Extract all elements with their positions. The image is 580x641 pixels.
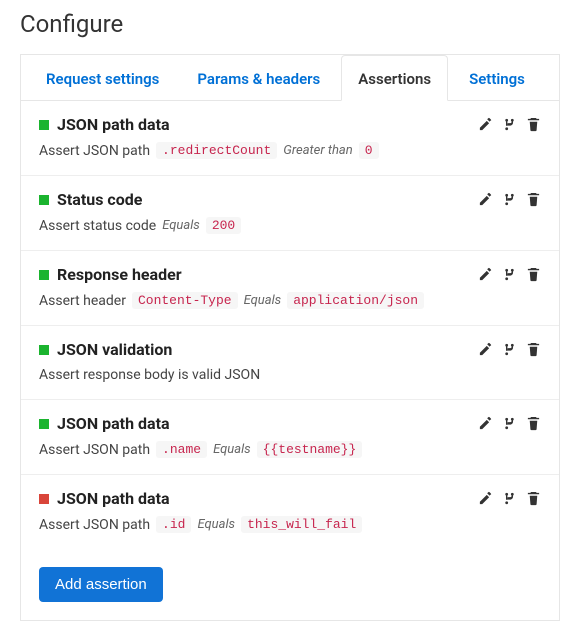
assertion-item: JSON validation Assert response body is v…: [21, 326, 559, 400]
status-indicator: [39, 419, 49, 429]
assertion-actions: [477, 192, 541, 208]
assertion-description: Assert JSON path .redirectCount Greater th…: [39, 142, 541, 159]
trash-icon[interactable]: [525, 117, 541, 133]
assertion-title: JSON path data: [57, 414, 170, 433]
assertion-actions: [477, 342, 541, 358]
assertion-title: Status code: [57, 190, 142, 209]
assertion-value-chip: 200: [206, 217, 241, 234]
assertion-item: JSON path data Assert JSON path .redirectC…: [21, 101, 559, 176]
page-title: Configure: [20, 10, 560, 38]
assertion-description: Assert response body is valid JSON: [39, 367, 541, 383]
assertion-value-chip: {{testname}}: [257, 441, 363, 458]
status-indicator: [39, 195, 49, 205]
assertion-value-chip: 0: [359, 142, 379, 159]
assertion-path-chip: Content-Type: [132, 292, 238, 309]
assertion-desc-prefix: Assert JSON path: [39, 442, 150, 458]
fork-icon[interactable]: [501, 267, 517, 283]
assertion-operator: Greater than: [283, 143, 352, 158]
assertion-value-chip: this_will_fail: [241, 516, 362, 533]
edit-icon[interactable]: [477, 192, 493, 208]
fork-icon[interactable]: [501, 192, 517, 208]
assertion-operator: Equals: [162, 218, 200, 233]
edit-icon[interactable]: [477, 267, 493, 283]
assertion-path-chip: .name: [156, 441, 207, 458]
add-assertion-button[interactable]: Add assertion: [39, 567, 163, 602]
assertion-actions: [477, 416, 541, 432]
assertion-desc-prefix: Assert status code: [39, 218, 156, 234]
assertion-header: JSON path data: [39, 115, 541, 134]
trash-icon[interactable]: [525, 192, 541, 208]
trash-icon[interactable]: [525, 342, 541, 358]
status-indicator: [39, 120, 49, 130]
assertion-header: JSON path data: [39, 414, 541, 433]
tab-bar: Request settingsParams & headersAssertio…: [21, 55, 559, 101]
config-card: Request settingsParams & headersAssertio…: [20, 54, 560, 621]
assertion-title: Response header: [57, 265, 182, 284]
assertion-desc-prefix: Assert header: [39, 293, 126, 309]
assertion-header: JSON validation: [39, 340, 541, 359]
tab-request-settings[interactable]: Request settings: [29, 55, 176, 101]
assertion-item: Status code Assert status code Equals 200: [21, 176, 559, 251]
status-indicator: [39, 345, 49, 355]
assertion-desc-prefix: Assert response body is valid JSON: [39, 367, 260, 383]
assertion-description: Assert status code Equals 200: [39, 217, 541, 234]
assertion-path-chip: .id: [156, 516, 191, 533]
assertion-item: Response header Assert header Content-Type…: [21, 251, 559, 326]
trash-icon[interactable]: [525, 267, 541, 283]
tab-assertions[interactable]: Assertions: [341, 55, 448, 101]
status-indicator: [39, 270, 49, 280]
assertion-actions: [477, 267, 541, 283]
fork-icon[interactable]: [501, 117, 517, 133]
assertion-value-chip: application/json: [287, 292, 424, 309]
assertion-header: Status code: [39, 190, 541, 209]
assertion-header: Response header: [39, 265, 541, 284]
edit-icon[interactable]: [477, 491, 493, 507]
card-footer: Add assertion: [21, 549, 559, 620]
assertion-header: JSON path data: [39, 489, 541, 508]
assertion-operator: Equals: [197, 517, 235, 532]
edit-icon[interactable]: [477, 342, 493, 358]
assertion-description: Assert JSON path .name Equals {{testname}}: [39, 441, 541, 458]
fork-icon[interactable]: [501, 491, 517, 507]
trash-icon[interactable]: [525, 491, 541, 507]
fork-icon[interactable]: [501, 342, 517, 358]
assertion-item: JSON path data Assert JSON path .name Equal…: [21, 400, 559, 475]
edit-icon[interactable]: [477, 117, 493, 133]
tab-params-headers[interactable]: Params & headers: [180, 55, 337, 101]
assertion-list: JSON path data Assert JSON path .redirectC…: [21, 101, 559, 549]
assertion-desc-prefix: Assert JSON path: [39, 143, 150, 159]
trash-icon[interactable]: [525, 416, 541, 432]
assertion-actions: [477, 117, 541, 133]
fork-icon[interactable]: [501, 416, 517, 432]
assertion-desc-prefix: Assert JSON path: [39, 517, 150, 533]
assertion-operator: Equals: [244, 293, 282, 308]
tab-settings[interactable]: Settings: [452, 55, 542, 101]
assertion-description: Assert JSON path .id Equals this_will_fail: [39, 516, 541, 533]
assertion-path-chip: .redirectCount: [156, 142, 277, 159]
edit-icon[interactable]: [477, 416, 493, 432]
assertion-title: JSON path data: [57, 115, 170, 134]
assertion-operator: Equals: [213, 442, 251, 457]
assertion-actions: [477, 491, 541, 507]
status-indicator: [39, 494, 49, 504]
assertion-item: JSON path data Assert JSON path .id Equalst…: [21, 475, 559, 549]
assertion-description: Assert header Content-Type Equals applicati…: [39, 292, 541, 309]
assertion-title: JSON validation: [57, 340, 172, 359]
assertion-title: JSON path data: [57, 489, 170, 508]
